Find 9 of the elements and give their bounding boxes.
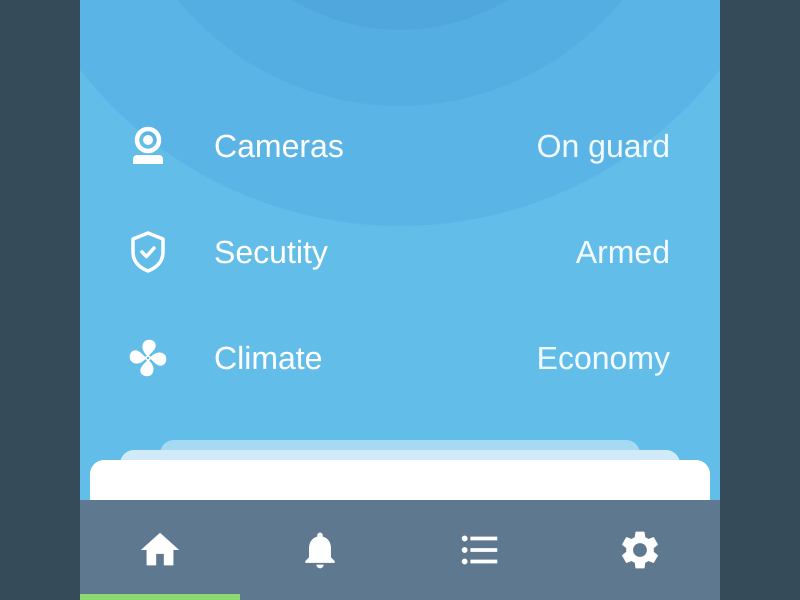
device-label: Cameras (214, 128, 345, 164)
webcam-icon (131, 126, 165, 166)
device-label: Climate (214, 340, 324, 376)
device-status: Economy (536, 340, 670, 376)
fan-icon (128, 337, 168, 379)
device-label: Secutity (214, 234, 329, 270)
device-status: Armed (576, 234, 670, 270)
device-status: On guard (536, 128, 670, 164)
shield-check-icon (129, 230, 167, 274)
